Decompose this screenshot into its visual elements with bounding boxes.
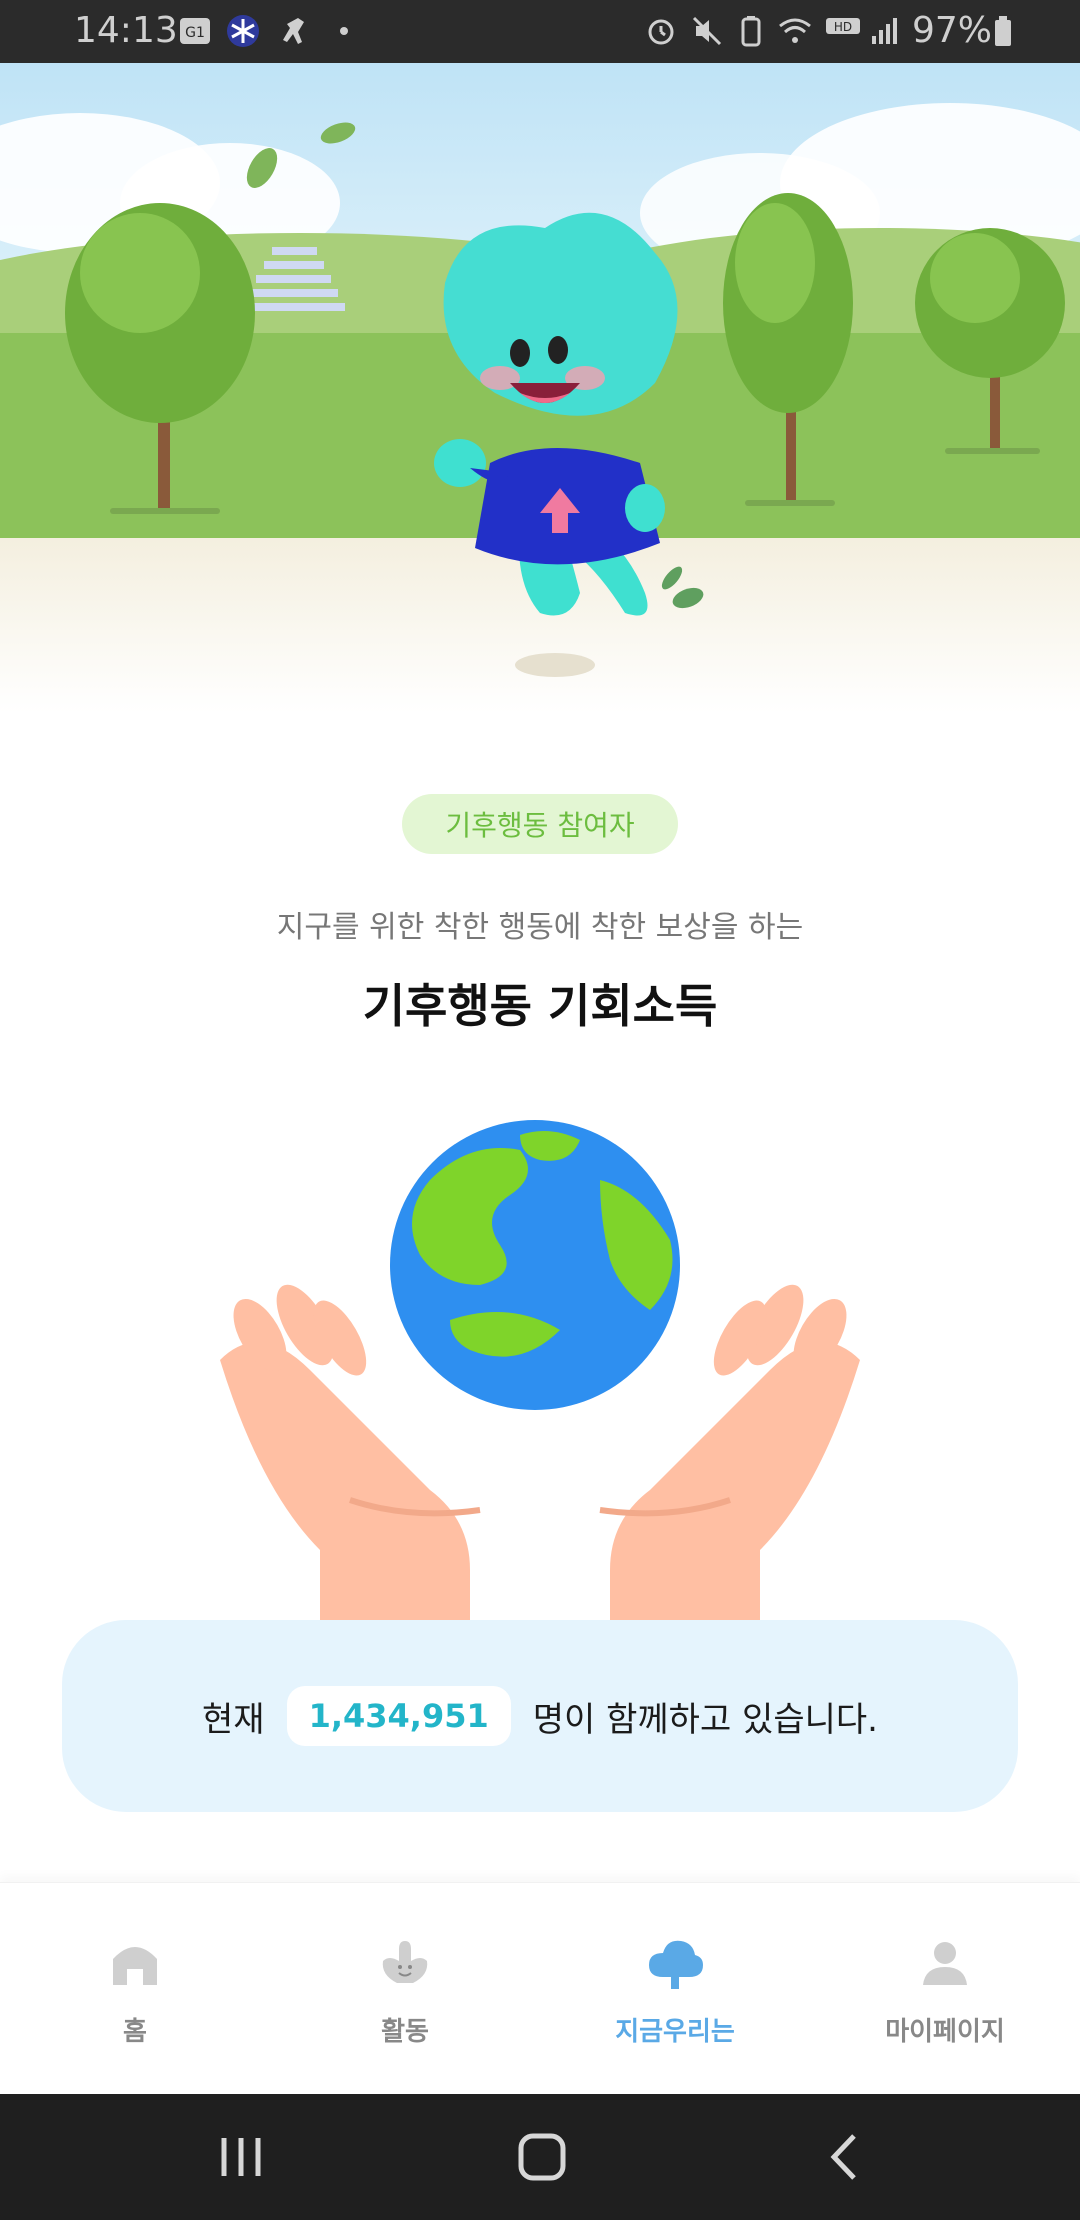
home-icon — [105, 1933, 165, 1993]
participant-counter-card: 현재 1,434,951 명이 함께하고 있습니다. — [62, 1620, 1018, 1812]
home-button-icon[interactable] — [507, 2124, 577, 2190]
dot-icon — [330, 14, 364, 48]
mute-icon — [690, 14, 724, 48]
cloud-icon — [645, 1933, 705, 1993]
nav-item-mypage[interactable]: 마이페이지 — [810, 1883, 1080, 2095]
nav-label-mypage: 마이페이지 — [885, 2017, 1005, 2047]
system-nav-bar — [0, 2094, 1080, 2220]
counter-prefix: 현재 — [202, 1699, 265, 1740]
nav-label-home: 홈 — [123, 2017, 147, 2047]
page-title: 기후행동 기회소득 — [362, 979, 718, 1033]
g1-icon: G1 — [178, 14, 212, 48]
alarm-icon — [644, 14, 678, 48]
participant-badge-label: 기후행동 참여자 — [445, 809, 635, 842]
battery-saver-icon — [734, 14, 768, 48]
signal-icon — [868, 14, 902, 48]
bottom-nav: 홈 활동 지금우리는 마이페이지 — [0, 1882, 1080, 2094]
battery-percent: 97% — [912, 10, 993, 51]
back-icon[interactable] — [810, 2124, 880, 2190]
runner-icon — [278, 14, 312, 48]
nav-label-activity: 활동 — [381, 2017, 429, 2047]
battery-icon — [986, 14, 1020, 48]
activity-icon — [375, 1933, 435, 1993]
person-icon — [915, 1933, 975, 1993]
nav-item-now[interactable]: 지금우리는 — [540, 1883, 810, 2095]
hero-illustration — [0, 63, 1080, 713]
hd-voice-icon: HD — [824, 14, 864, 48]
nav-label-now: 지금우리는 — [615, 2017, 735, 2047]
svg-text:HD: HD — [834, 20, 852, 34]
svg-text:G1: G1 — [185, 25, 205, 41]
participant-badge: 기후행동 참여자 — [402, 794, 678, 854]
participant-count: 1,434,951 — [286, 1686, 511, 1746]
nav-item-home[interactable]: 홈 — [0, 1883, 270, 2095]
page-subtitle: 지구를 위한 착한 행동에 착한 보상을 하는 — [276, 910, 804, 945]
counter-suffix: 명이 함께하고 있습니다. — [532, 1699, 878, 1740]
hands-earth-illustration — [200, 1110, 880, 1620]
recent-apps-icon[interactable] — [206, 2124, 276, 2190]
status-time: 14:13 — [74, 10, 178, 51]
status-bar: 14:13 G1 HD 97% — [0, 0, 1080, 63]
nav-item-activity[interactable]: 활동 — [270, 1883, 540, 2095]
snowflake-icon — [226, 14, 260, 48]
wifi-icon — [778, 14, 812, 48]
